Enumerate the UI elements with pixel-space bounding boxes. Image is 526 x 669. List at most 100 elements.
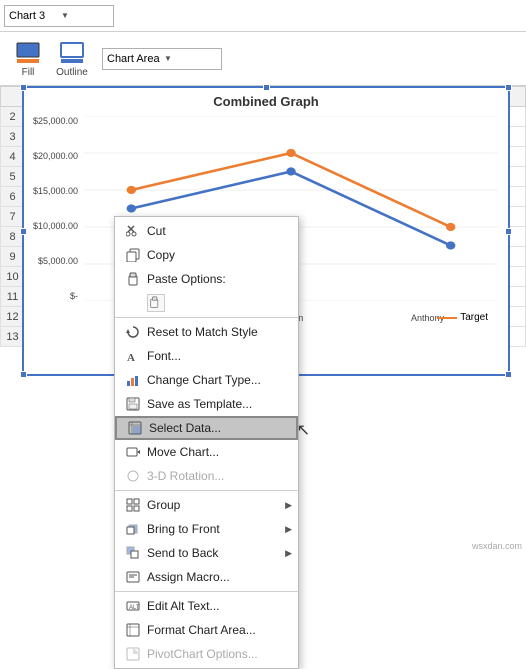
separator-3	[115, 591, 298, 592]
handle-tm[interactable]	[263, 84, 270, 91]
chart-legend: Target	[437, 312, 488, 323]
menu-item-save-template-label: Save as Template...	[147, 397, 252, 411]
send-back-submenu-arrow: ▶	[285, 548, 292, 559]
menu-item-group-label: Group	[147, 498, 180, 512]
handle-br[interactable]	[505, 371, 512, 378]
menu-item-assign-macro-label: Assign Macro...	[147, 570, 230, 584]
cut-icon	[123, 224, 143, 238]
pivotchart-icon	[123, 647, 143, 661]
handle-tl[interactable]	[20, 84, 27, 91]
y-label-4: $20,000.00	[24, 151, 78, 161]
menu-item-reset-label: Reset to Match Style	[147, 325, 258, 339]
fill-button[interactable]: Fill	[8, 37, 48, 80]
chart-name-dropdown-arrow: ▼	[61, 11, 109, 20]
menu-item-format-chart-label: Format Chart Area...	[147, 623, 256, 637]
legend-target: Target	[437, 312, 488, 323]
separator-2	[115, 490, 298, 491]
alt-text-icon: ALT	[123, 599, 143, 613]
menu-item-send-back[interactable]: Send to Back ▶	[115, 541, 298, 565]
row-num-11: 11	[1, 287, 25, 307]
menu-item-bring-front[interactable]: Bring to Front ▶	[115, 517, 298, 541]
menu-item-group[interactable]: Group ▶	[115, 493, 298, 517]
ribbon: Fill Outline Chart Area ▼	[0, 32, 526, 86]
cursor-pointer: ↖	[297, 420, 310, 440]
paste-icon	[123, 272, 143, 286]
y-axis-labels: $25,000.00 $20,000.00 $15,000.00 $10,000…	[24, 116, 82, 301]
watermark: wsxdan.com	[472, 541, 522, 551]
chart-name-label: Chart 3	[9, 10, 57, 22]
format-chart-icon	[123, 623, 143, 637]
menu-item-paste-options[interactable]: Paste Options:	[115, 267, 298, 291]
menu-item-move-chart[interactable]: Move Chart...	[115, 440, 298, 464]
outline-label: Outline	[56, 67, 88, 78]
menu-item-pivotchart-label: PivotChart Options...	[147, 647, 258, 661]
menu-item-cut[interactable]: Cut	[115, 219, 298, 243]
menu-item-paste-icon-row[interactable]	[115, 291, 298, 315]
menu-item-move-chart-label: Move Chart...	[147, 445, 219, 459]
row-num-13: 13	[1, 327, 25, 347]
bring-front-submenu-arrow: ▶	[285, 524, 292, 535]
chart-area-selector[interactable]: Chart Area ▼	[102, 48, 222, 70]
move-chart-icon	[123, 445, 143, 459]
outline-button[interactable]: Outline	[52, 37, 92, 80]
menu-item-change-chart[interactable]: Change Chart Type...	[115, 368, 298, 392]
paste-options-icons	[147, 294, 165, 312]
handle-bl[interactable]	[20, 371, 27, 378]
menu-item-copy[interactable]: Copy	[115, 243, 298, 267]
group-icon	[123, 498, 143, 512]
save-template-icon	[123, 397, 143, 411]
menu-item-3d-rotation: 3-D Rotation...	[115, 464, 298, 488]
menu-item-reset[interactable]: Reset to Match Style	[115, 320, 298, 344]
legend-target-label: Target	[460, 312, 488, 323]
rotation-icon	[123, 469, 143, 483]
menu-item-edit-alt-label: Edit Alt Text...	[147, 599, 219, 613]
menu-item-font[interactable]: A Font...	[115, 344, 298, 368]
fill-outline-group: Fill Outline	[8, 37, 92, 80]
fill-label: Fill	[22, 67, 35, 78]
y-label-5: $25,000.00	[24, 116, 78, 126]
handle-tr[interactable]	[505, 84, 512, 91]
legend-target-line	[437, 317, 457, 319]
menu-item-edit-alt[interactable]: ALT Edit Alt Text...	[115, 594, 298, 618]
macro-icon	[123, 570, 143, 584]
menu-item-3d-rotation-label: 3-D Rotation...	[147, 469, 224, 483]
reset-icon	[123, 325, 143, 339]
fill-outline-icons: Fill Outline	[8, 37, 92, 80]
group-submenu-arrow: ▶	[285, 500, 292, 511]
row-num-5: 5	[1, 167, 25, 187]
fill-icon	[12, 39, 44, 67]
title-bar: Chart 3 ▼	[0, 0, 526, 32]
y-label-3: $15,000.00	[24, 186, 78, 196]
change-chart-icon	[123, 373, 143, 387]
chart-area-label: Chart Area	[107, 53, 160, 65]
context-menu: Cut Copy Paste Options:	[114, 216, 299, 669]
outline-icon	[56, 39, 88, 67]
menu-item-select-data[interactable]: Select Data... ↖	[115, 416, 298, 440]
row-num-12: 12	[1, 307, 25, 327]
svg-text:ALT: ALT	[129, 605, 140, 611]
separator-1	[115, 317, 298, 318]
menu-item-copy-label: Copy	[147, 248, 175, 262]
bring-front-icon	[123, 522, 143, 536]
chart-title: Combined Graph	[24, 88, 508, 111]
row-num-6: 6	[1, 187, 25, 207]
menu-item-format-chart[interactable]: Format Chart Area...	[115, 618, 298, 642]
spreadsheet: A B 2 3 $25,000.00 4 $20,000.00 5 $15,00…	[0, 86, 526, 347]
font-icon: A	[123, 349, 143, 363]
chart-name-selector[interactable]: Chart 3 ▼	[4, 5, 114, 27]
row-num-10: 10	[1, 267, 25, 287]
row-num-7: 7	[1, 207, 25, 227]
menu-item-assign-macro[interactable]: Assign Macro...	[115, 565, 298, 589]
menu-item-cut-label: Cut	[147, 224, 166, 238]
menu-item-save-template[interactable]: Save as Template...	[115, 392, 298, 416]
y-label-1: $5,000.00	[24, 256, 78, 266]
select-data-icon	[125, 421, 145, 435]
menu-item-font-label: Font...	[147, 349, 181, 363]
row-num-3: 3	[1, 127, 25, 147]
row-num-2: 2	[1, 107, 25, 127]
menu-item-bring-front-label: Bring to Front	[147, 522, 220, 536]
copy-icon	[123, 248, 143, 262]
send-back-icon	[123, 546, 143, 560]
menu-item-send-back-label: Send to Back	[147, 546, 218, 560]
menu-item-pivotchart: PivotChart Options...	[115, 642, 298, 666]
